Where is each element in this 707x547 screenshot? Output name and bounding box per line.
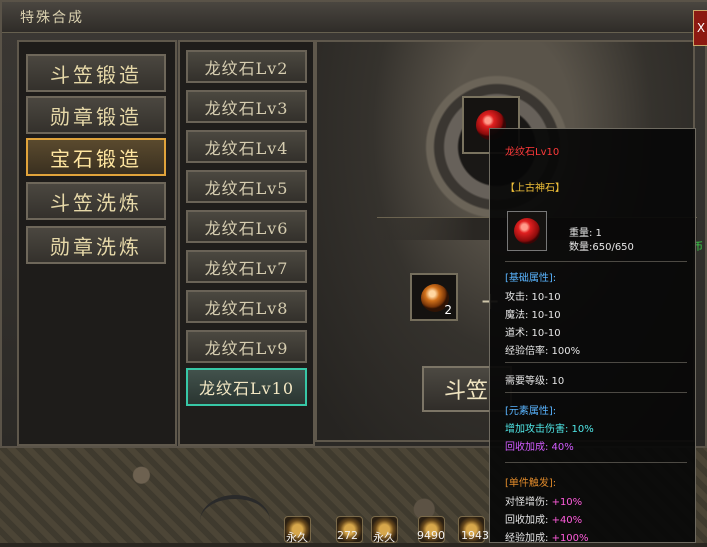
single-value: +40% xyxy=(551,515,583,526)
quick-bar: 永久 272 永久 9490 1943 xyxy=(280,516,490,544)
tooltip-element-recover: 回收加成: 40% xyxy=(505,442,574,453)
material-count: 2 xyxy=(444,303,452,317)
tooltip-req-level: 需要等级: 10 xyxy=(505,376,565,387)
stone-list: 龙纹石Lv2 龙纹石Lv3 龙纹石Lv4 龙纹石Lv5 龙纹石Lv6 龙纹石Lv… xyxy=(178,40,315,446)
quick-slot-label: 1943 xyxy=(461,529,489,542)
stone-item-lv4[interactable]: 龙纹石Lv4 xyxy=(186,130,307,163)
window-title: 特殊合成 xyxy=(20,10,84,26)
tab-hat-refine[interactable]: 斗笠洗炼 xyxy=(26,182,166,220)
single-label: 对怪增伤: xyxy=(505,497,552,508)
stone-item-lv3[interactable]: 龙纹石Lv3 xyxy=(186,90,307,123)
divider xyxy=(505,462,687,463)
tooltip-element-header: [元素属性]: xyxy=(505,406,557,417)
divider xyxy=(505,362,687,363)
tooltip-single-line: 回收加成: +40% xyxy=(505,511,582,526)
tooltip-weight: 重量: 1 xyxy=(569,228,602,239)
tooltip-quantity: 数量:650/650 xyxy=(569,242,634,253)
tab-medal-refine[interactable]: 勋章洗炼 xyxy=(26,226,166,264)
title-bar[interactable]: 特殊合成 xyxy=(2,2,707,33)
close-button[interactable]: X xyxy=(693,10,707,46)
stone-item-lv9[interactable]: 龙纹石Lv9 xyxy=(186,330,307,363)
tooltip-tao: 道术: 10-10 xyxy=(505,328,561,339)
tooltip-grade: 【上古神石】 xyxy=(505,183,565,194)
divider xyxy=(505,261,687,262)
tab-gem-forge[interactable]: 宝石锻造 xyxy=(26,138,166,176)
tooltip-single-line: 经验加成: +100% xyxy=(505,529,589,544)
item-tooltip: 龙纹石Lv10 【上古神石】 重量: 1 数量:650/650 [基础属性]: … xyxy=(489,128,696,544)
quick-slot-label: 272 xyxy=(337,529,358,542)
stone-item-lv8[interactable]: 龙纹石Lv8 xyxy=(186,290,307,323)
tooltip-single-line: 对怪增伤: +10% xyxy=(505,493,582,508)
tooltip-attack: 攻击: 10-10 xyxy=(505,292,561,303)
tooltip-element-attack: 增加攻击伤害: 10% xyxy=(505,424,594,435)
tooltip-base-header: [基础属性]: xyxy=(505,273,557,284)
stone-item-lv6[interactable]: 龙纹石Lv6 xyxy=(186,210,307,243)
tab-hat-forge[interactable]: 斗笠锻造 xyxy=(26,54,166,92)
weapon-decoration xyxy=(200,495,270,547)
tooltip-magic: 魔法: 10-10 xyxy=(505,310,561,321)
quick-slot-label: 9490 xyxy=(417,529,445,542)
stone-item-lv7[interactable]: 龙纹石Lv7 xyxy=(186,250,307,283)
category-tabs: 斗笠锻造 勋章锻造 宝石锻造 斗笠洗炼 勋章洗炼 xyxy=(17,40,177,446)
stone-item-lv2[interactable]: 龙纹石Lv2 xyxy=(186,50,307,83)
tab-medal-forge[interactable]: 勋章锻造 xyxy=(26,96,166,134)
tooltip-item-name: 龙纹石Lv10 xyxy=(505,147,560,158)
single-label: 经验加成: xyxy=(505,533,552,544)
single-label: 回收加成: xyxy=(505,515,552,526)
single-value: +10% xyxy=(551,497,583,508)
divider xyxy=(505,392,687,393)
tooltip-single-header: [单件触发]: xyxy=(505,478,557,489)
material-slot[interactable]: 2 xyxy=(410,273,458,321)
close-icon: X xyxy=(696,21,706,35)
tooltip-exp-rate: 经验倍率: 100% xyxy=(505,346,581,357)
stone-item-lv10[interactable]: 龙纹石Lv10 xyxy=(186,368,307,406)
stone-item-lv5[interactable]: 龙纹石Lv5 xyxy=(186,170,307,203)
single-value: +100% xyxy=(551,533,589,544)
red-gem-icon xyxy=(514,218,540,244)
tooltip-item-icon xyxy=(507,211,547,251)
